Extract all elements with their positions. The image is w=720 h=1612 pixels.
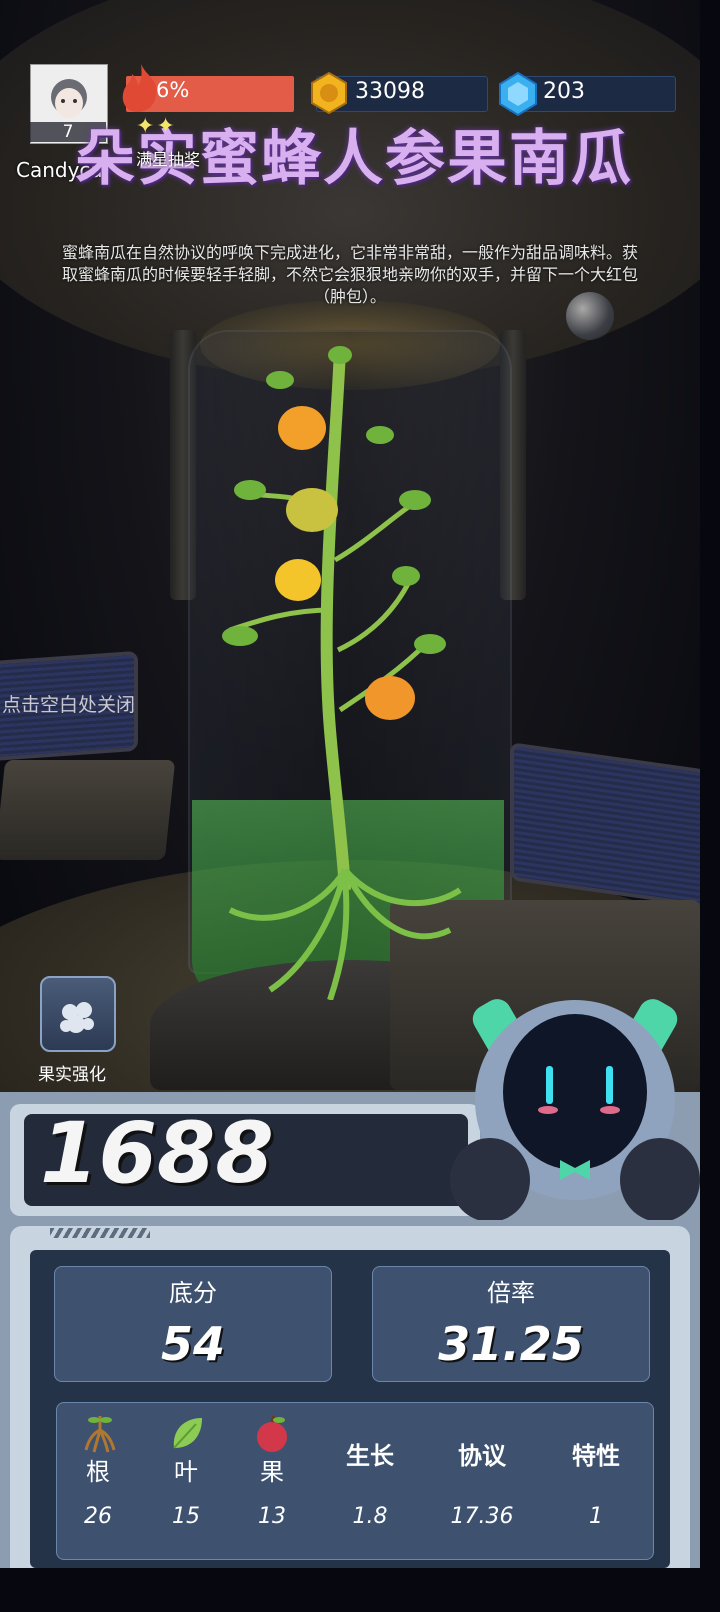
gem-icon — [499, 72, 537, 116]
fruit-strengthen-button[interactable] — [40, 976, 116, 1052]
fruit-icon — [257, 1415, 287, 1452]
close-hint: 点击空白处关闭 — [2, 694, 136, 716]
attr-leaf-value: 15 — [172, 1504, 200, 1529]
right-monitor — [510, 742, 700, 908]
attr-growth-value: 1.8 — [352, 1504, 388, 1529]
leaf-icon — [173, 1418, 202, 1449]
energy-percent: 6% — [156, 78, 190, 102]
attr-protocol-value: 17.36 — [450, 1504, 514, 1529]
robot-mascot — [450, 999, 700, 1220]
attr-growth-label: 生长 — [346, 1442, 394, 1470]
attr-root-value: 26 — [84, 1504, 112, 1529]
multiplier-label: 倍率 — [487, 1279, 535, 1307]
multiplier-value: 31.25 — [438, 1317, 584, 1371]
total-score: 1688 — [40, 1104, 274, 1202]
star-rating-icon: ✦✦ — [136, 114, 177, 139]
attr-leaf-label: 叶 — [174, 1458, 198, 1486]
star-lottery-label[interactable]: 满星抽奖 — [136, 146, 200, 170]
attr-fruit-label: 果 — [260, 1458, 284, 1486]
gold-coin-icon — [311, 72, 347, 114]
board-stripes — [50, 1228, 150, 1238]
fruit-strengthen-label[interactable]: 果实强化 — [38, 1060, 106, 1085]
attr-protocol-label: 协议 — [458, 1442, 506, 1470]
attr-root-label: 根 — [86, 1458, 110, 1486]
berry-icon — [60, 1002, 94, 1033]
base-score-label: 底分 — [169, 1279, 217, 1307]
gem-amount: 203 — [543, 79, 585, 104]
left-console — [0, 760, 176, 860]
gold-amount: 33098 — [355, 79, 425, 104]
attr-trait-label: 特性 — [572, 1442, 620, 1470]
attr-trait-value: 1 — [589, 1504, 603, 1529]
attr-fruit-value: 13 — [258, 1504, 286, 1529]
base-score-value: 54 — [160, 1317, 225, 1371]
base-score-box: 底分 54 — [54, 1266, 332, 1382]
multiplier-box: 倍率 31.25 — [372, 1266, 650, 1382]
pumpkin-plant — [222, 346, 462, 1000]
root-icon — [84, 1416, 116, 1453]
fruit-description: 蜜蜂南瓜在自然协议的呼唤下完成进化，它非常非常甜，一般作为甜品调味料。获取蜜蜂南… — [61, 243, 638, 306]
